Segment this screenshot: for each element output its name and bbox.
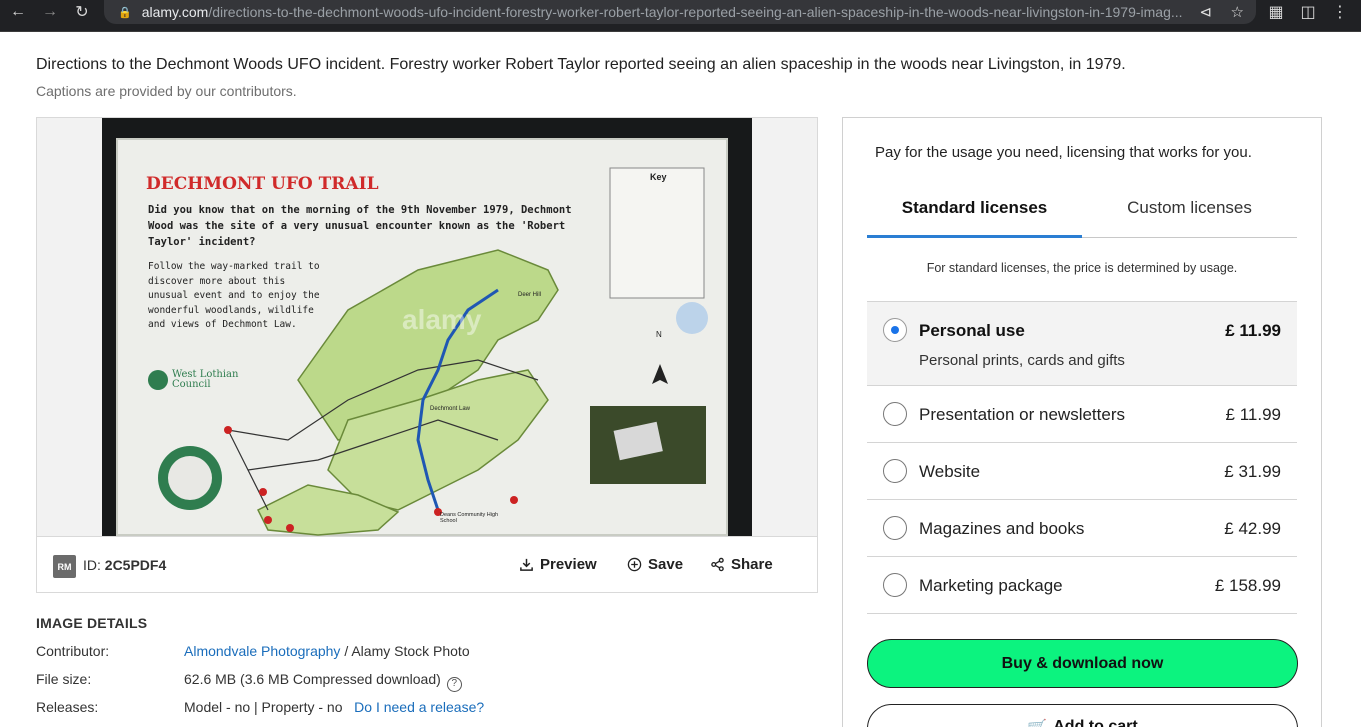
stock-photo[interactable]: DECHMONT UFO TRAIL Did you know that on … (102, 118, 752, 536)
forward-icon[interactable]: → (38, 0, 62, 24)
share-page-icon[interactable]: ⊲ (1199, 3, 1212, 21)
image-details-heading: IMAGE DETAILS (36, 615, 148, 631)
help-question-icon[interactable]: ? (446, 677, 462, 692)
rights-managed-badge: RM (53, 555, 76, 578)
contributor-value: Almondvale Photography / Alamy Stock Pho… (184, 643, 470, 659)
map-key-title: Key (650, 172, 667, 182)
url-text: alamy.com/directions-to-the-dechmont-woo… (142, 4, 1192, 20)
add-to-cart-button[interactable]: 🛒 Add to cart (867, 704, 1298, 727)
url-path: /directions-to-the-dechmont-woods-ufo-in… (208, 4, 1183, 20)
menu-kebab-icon[interactable]: ⋮ (1328, 0, 1352, 24)
license-tabs: Standard licenses Custom licenses (867, 198, 1297, 238)
side-panel-icon[interactable]: ◫ (1296, 0, 1320, 24)
licensing-intro: Pay for the usage you need, licensing th… (875, 144, 1252, 161)
lock-icon: 🔒 (118, 6, 132, 19)
releases-value-wrap: Model - no | Property - no Do I need a r… (184, 699, 484, 715)
release-help-link[interactable]: Do I need a release? (354, 699, 484, 715)
filesize-value: 62.6 MB (3.6 MB Compressed download) (184, 671, 441, 687)
releases-value: Model - no | Property - no (184, 699, 343, 715)
map-north-label: N (656, 330, 662, 339)
url-domain: alamy.com (141, 4, 209, 20)
board-intro-text: Did you know that on the morning of the … (148, 204, 572, 248)
map-label-dechmont-law: Dechmont Law (430, 406, 471, 412)
image-viewer: DECHMONT UFO TRAIL Did you know that on … (36, 117, 818, 593)
option-name: Marketing package (919, 576, 1063, 595)
map-label-school: Deans Community High School (440, 512, 499, 524)
radio-website[interactable] (883, 459, 907, 483)
contributor-label: Contributor: (36, 643, 110, 659)
add-to-cart-label: Add to cart (1053, 718, 1138, 727)
standard-license-note: For standard licenses, the price is dete… (926, 261, 1238, 275)
trail-map-graphic (148, 167, 708, 536)
radio-magazines[interactable] (883, 516, 907, 540)
license-option-personal-use[interactable]: Personal use £ 11.99 Personal prints, ca… (867, 301, 1297, 386)
buy-download-button[interactable]: Buy & download now (867, 639, 1298, 688)
license-option-magazines[interactable]: Magazines and books £ 42.99 (867, 500, 1297, 557)
option-name: Presentation or newsletters (919, 405, 1125, 424)
option-price: £ 11.99 (1225, 321, 1281, 340)
license-option-website[interactable]: Website £ 31.99 (867, 443, 1297, 500)
filesize-label: File size: (36, 671, 92, 687)
bookmark-star-icon[interactable]: ☆ (1231, 3, 1244, 21)
license-option-presentation[interactable]: Presentation or newsletters £ 11.99 (867, 386, 1297, 443)
cart-icon: 🛒 (1027, 718, 1047, 727)
option-price: £ 158.99 (1214, 576, 1281, 595)
releases-label: Releases: (36, 699, 99, 715)
tab-custom-licenses[interactable]: Custom licenses (1082, 198, 1297, 238)
filesize-value-wrap: 62.6 MB (3.6 MB Compressed download)? (184, 671, 462, 692)
license-option-marketing[interactable]: Marketing package £ 158.99 (867, 557, 1297, 614)
map-label-deer-hill: Deer Hill (518, 292, 542, 298)
radio-marketing[interactable] (883, 573, 907, 597)
option-name: Website (919, 462, 981, 481)
watermark: alamy (402, 304, 482, 335)
extensions-icon[interactable]: ▦ (1264, 0, 1288, 24)
image-info-bar: RM ID: 2C5PDF4 Preview Save Share (37, 536, 817, 593)
option-name: Personal use (919, 321, 1025, 340)
license-options: Personal use £ 11.99 Personal prints, ca… (867, 301, 1297, 614)
contributor-link[interactable]: Almondvale Photography (184, 643, 340, 659)
board-title: DECHMONT UFO TRAIL (146, 174, 379, 194)
trail-sign-board: DECHMONT UFO TRAIL Did you know that on … (116, 138, 728, 536)
save-button[interactable]: Save (627, 556, 683, 573)
image-id: ID: 2C5PDF4 (83, 557, 166, 573)
option-price: £ 42.99 (1224, 519, 1281, 538)
plus-circle-icon (627, 557, 642, 572)
share-button[interactable]: Share (710, 556, 773, 573)
share-label: Share (731, 556, 773, 573)
option-price: £ 31.99 (1224, 462, 1281, 481)
download-icon (520, 558, 533, 571)
share-icon (711, 557, 724, 572)
image-area[interactable]: DECHMONT UFO TRAIL Did you know that on … (37, 118, 817, 536)
preview-button[interactable]: Preview (519, 556, 597, 573)
back-icon[interactable]: ← (6, 0, 30, 24)
council-name: West Lothian Council (172, 369, 239, 390)
image-id-value: 2C5PDF4 (104, 557, 167, 573)
tab-standard-licenses[interactable]: Standard licenses (867, 198, 1082, 238)
browser-toolbar: ← → ↻ 🔒 alamy.com/directions-to-the-dech… (0, 0, 1361, 32)
reload-icon[interactable]: ↻ (70, 0, 94, 24)
image-id-label: ID: (83, 557, 101, 573)
caption-note: Captions are provided by our contributor… (36, 83, 297, 99)
licensing-panel: Pay for the usage you need, licensing th… (842, 117, 1322, 727)
option-description: Personal prints, cards and gifts (919, 352, 1125, 369)
board-follow-text: Follow the way-marked trail to discover … (148, 261, 320, 330)
radio-presentation[interactable] (883, 402, 907, 426)
address-bar[interactable]: 🔒 alamy.com/directions-to-the-dechmont-w… (104, 0, 1256, 24)
radio-personal-use[interactable] (883, 318, 907, 342)
image-caption: Directions to the Dechmont Woods UFO inc… (36, 56, 1126, 73)
save-label: Save (648, 556, 684, 573)
preview-label: Preview (540, 556, 597, 573)
contributor-agency: / Alamy Stock Photo (340, 643, 470, 659)
option-price: £ 11.99 (1225, 405, 1281, 424)
option-name: Magazines and books (919, 519, 1085, 538)
